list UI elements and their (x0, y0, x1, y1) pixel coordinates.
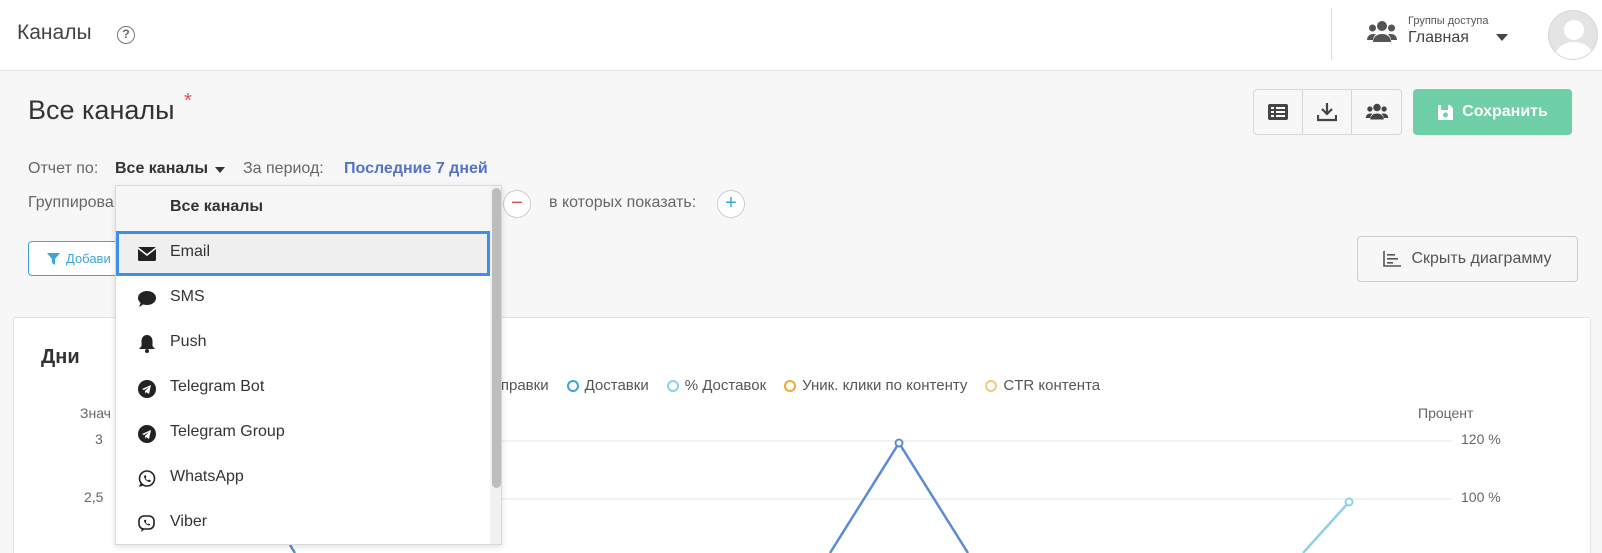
dropdown-item-label: SMS (170, 288, 205, 305)
dropdown-item-all-channels[interactable]: Все каналы (116, 186, 490, 231)
dropdown-item-whatsapp[interactable]: WhatsApp (116, 456, 490, 501)
dropdown-item-label: Все каналы (170, 198, 264, 215)
series-line (828, 440, 970, 553)
data-point[interactable] (1344, 497, 1354, 507)
dropdown-item-label: WhatsApp (170, 468, 244, 485)
dropdown-item-viber[interactable]: Viber (116, 501, 490, 544)
report-by-dropdown: Все каналы Email SMS Push Telegram Bot T… (115, 185, 502, 545)
series-line (1302, 501, 1350, 553)
data-point[interactable] (894, 438, 904, 448)
series-line (288, 544, 297, 553)
viber-icon (137, 514, 157, 534)
dropdown-item-push[interactable]: Push (116, 321, 490, 366)
bell-icon (137, 334, 157, 354)
telegram-icon (137, 379, 157, 399)
dropdown-item-sms[interactable]: SMS (116, 276, 490, 321)
dropdown-item-label: Push (170, 333, 207, 350)
dropdown-item-label: Email (170, 243, 211, 260)
dropdown-scrollbar-thumb[interactable] (492, 188, 501, 488)
chat-bubble-icon (137, 289, 157, 309)
dropdown-item-email[interactable]: Email (116, 231, 490, 276)
dropdown-item-label: Viber (170, 513, 208, 530)
dropdown-item-label: Telegram Bot (170, 378, 265, 395)
telegram-icon (137, 424, 157, 444)
dropdown-item-label: Telegram Group (170, 423, 285, 440)
whatsapp-icon (137, 469, 157, 489)
dropdown-item-telegram-group[interactable]: Telegram Group (116, 411, 490, 456)
dropdown-item-telegram-bot[interactable]: Telegram Bot (116, 366, 490, 411)
envelope-icon (137, 244, 157, 264)
